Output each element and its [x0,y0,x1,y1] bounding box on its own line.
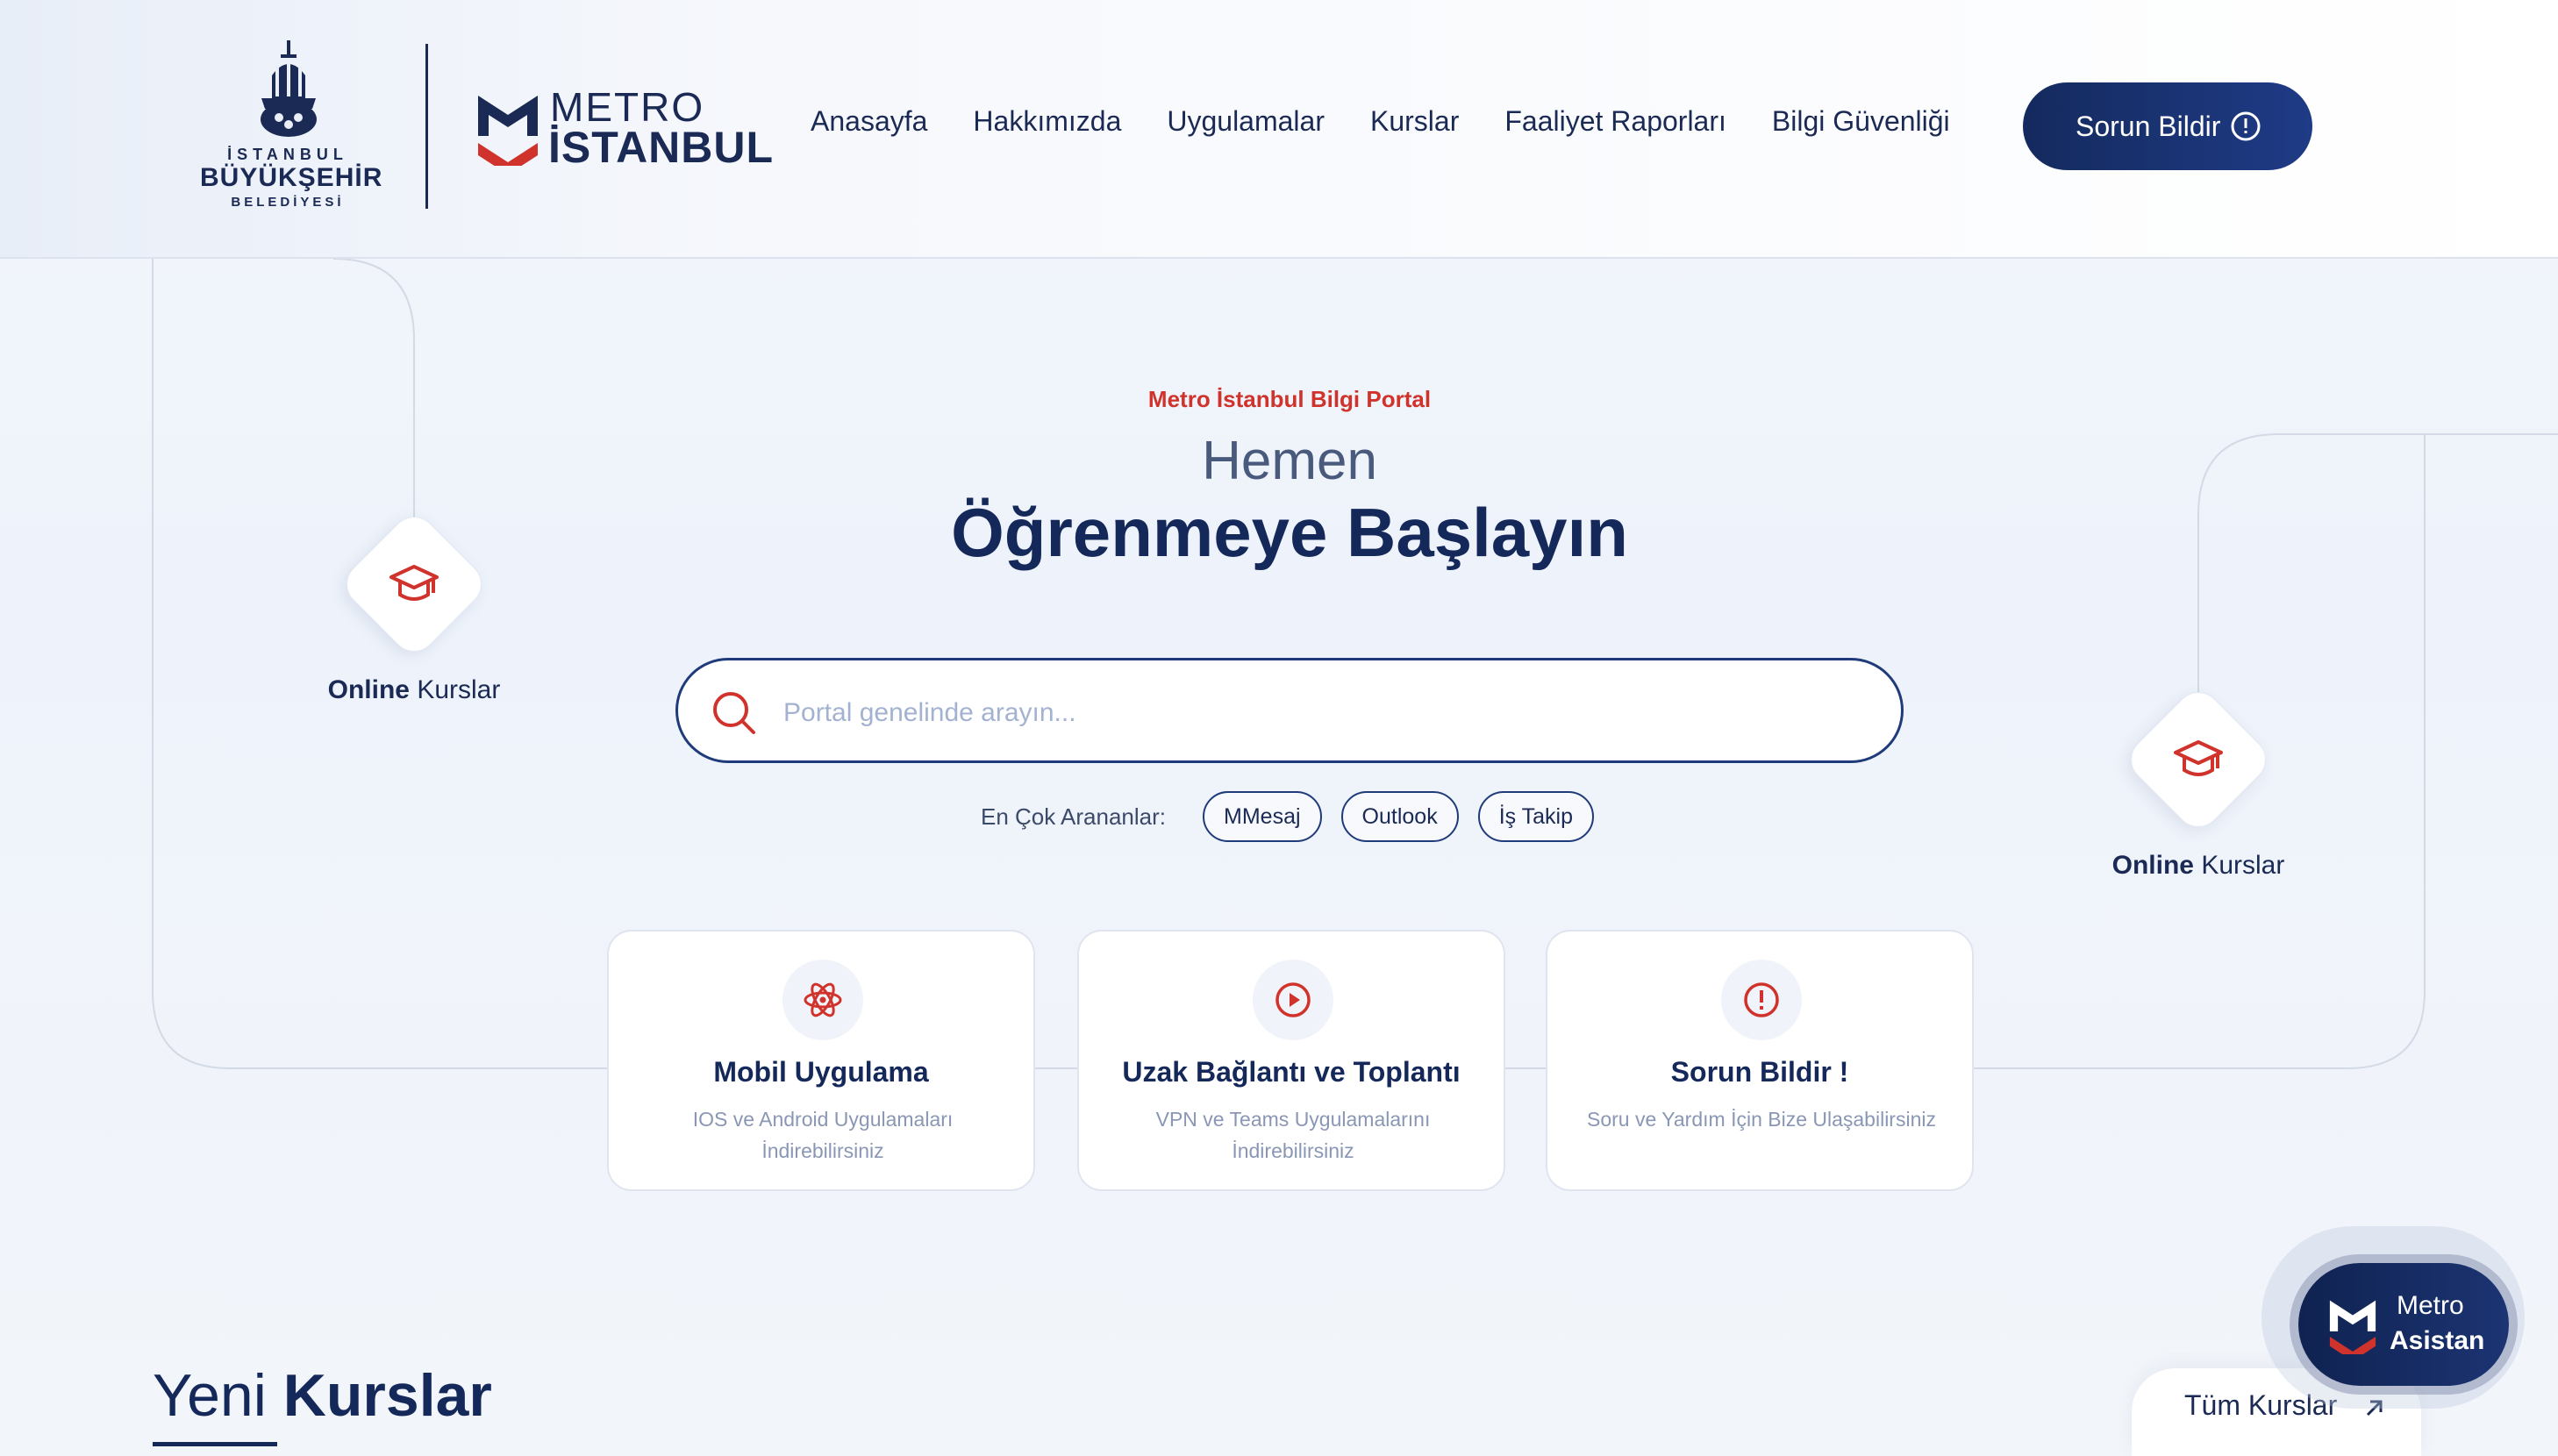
report-issue-button[interactable]: Sorun Bildir [2023,82,2312,170]
card-remote-meeting[interactable]: Uzak Bağlantı ve Toplantı VPN ve Teams U… [1077,930,1505,1191]
card-description: IOS ve Android Uygulamaları İndirebilirs… [692,1108,954,1162]
popular-searches: En Çok Arananlar: MMesaj Outlook İş Taki… [981,789,1613,844]
metro-m-icon [478,96,538,166]
card-title: Mobil Uygulama [713,1056,929,1088]
alert-circle-icon [1744,982,1779,1017]
nav-courses[interactable]: Kurslar [1370,105,1459,149]
main-nav: Anasayfa Hakkımızda Uygulamalar Kurslar … [811,105,1996,149]
alert-circle-icon [2231,111,2261,141]
page: İSTANBUL BÜYÜKŞEHİR BELEDİYESİ METRO İST… [0,0,2558,1456]
chip-mmesaj[interactable]: MMesaj [1203,791,1322,842]
ibb-logo-line3: BELEDİYESİ [231,195,345,210]
online-courses-badge-left[interactable]: Online Kurslar [300,507,528,719]
atom-icon [804,982,842,1017]
ibb-tulip-emblem-icon [261,40,317,137]
ibb-logo-line1: İSTANBUL [227,146,348,163]
hero-title-light: Hemen [1202,431,1377,491]
card-mobile-app[interactable]: Mobil Uygulama IOS ve Android Uygulamala… [607,930,1035,1191]
badge-label: Online Kurslar [300,675,528,705]
badge-label: Online Kurslar [2084,851,2312,881]
heading-underline [153,1442,277,1446]
badge-label-rest: Kurslar [409,675,501,704]
search-icon[interactable] [708,687,761,739]
report-issue-label: Sorun Bildir [2076,110,2221,142]
chip-is-takip[interactable]: İş Takip [1477,791,1595,842]
card-title: Uzak Bağlantı ve Toplantı [1122,1056,1461,1088]
graduation-cap-icon [389,565,439,601]
portal-search[interactable] [675,658,1904,763]
assistant-line2: Asistan [2390,1326,2485,1355]
graduation-cap-icon [2174,740,2223,776]
ibb-logo-line2: BÜYÜKŞEHİR [200,163,383,192]
hero-eyebrow: Metro İstanbul Bilgi Portal [1147,386,1432,412]
card-description: Soru ve Yardım İçin Bize Ulaşabilirsiniz [1587,1108,1936,1131]
search-input[interactable] [783,687,1836,739]
badge-label-bold: Online [2111,851,2194,880]
metro-m-icon [2329,1300,2376,1354]
card-title: Sorun Bildir ! [1670,1056,1849,1088]
new-courses-heading: Yeni Kurslar [153,1361,492,1430]
metro-logo-line2: İSTANBUL [548,123,775,172]
chip-outlook[interactable]: Outlook [1340,791,1459,842]
section-title-light: Yeni [153,1362,267,1429]
card-icon-circle [1253,960,1333,1040]
nav-about[interactable]: Hakkımızda [973,105,1121,149]
online-courses-badge-right[interactable]: Online Kurslar [2084,682,2312,895]
badge-label-rest: Kurslar [2193,851,2285,880]
metro-assistant-button[interactable]: Metro Asistan [2298,1263,2509,1386]
hero-title-bold: Öğrenmeye Başlayın [951,494,1628,571]
nav-information-security[interactable]: Bilgi Güvenliği [1772,105,1950,149]
card-icon-circle [1721,960,1802,1040]
metro-istanbul-logo[interactable]: METRO İSTANBUL [478,83,773,172]
badge-label-bold: Online [327,675,410,704]
play-circle-icon [1275,982,1311,1017]
assistant-line1: Metro [2397,1291,2464,1320]
nav-activity-reports[interactable]: Faaliyet Raporları [1504,105,1726,149]
card-description: VPN ve Teams Uygulamalarını İndirebilirs… [1155,1108,1431,1162]
nav-applications[interactable]: Uygulamalar [1167,105,1325,149]
logo-divider [425,44,428,209]
popular-searches-label: En Çok Arananlar: [981,803,1167,830]
site-header: İSTANBUL BÜYÜKŞEHİR BELEDİYESİ METRO İST… [0,0,2558,259]
card-report-issue[interactable]: Sorun Bildir ! Soru ve Yardım İçin Bize … [1546,930,1974,1191]
nav-home[interactable]: Anasayfa [811,105,927,149]
card-icon-circle [782,960,863,1040]
ibb-logo[interactable]: İSTANBUL BÜYÜKŞEHİR BELEDİYESİ [200,40,383,216]
section-title-bold: Kurslar [282,1362,492,1429]
